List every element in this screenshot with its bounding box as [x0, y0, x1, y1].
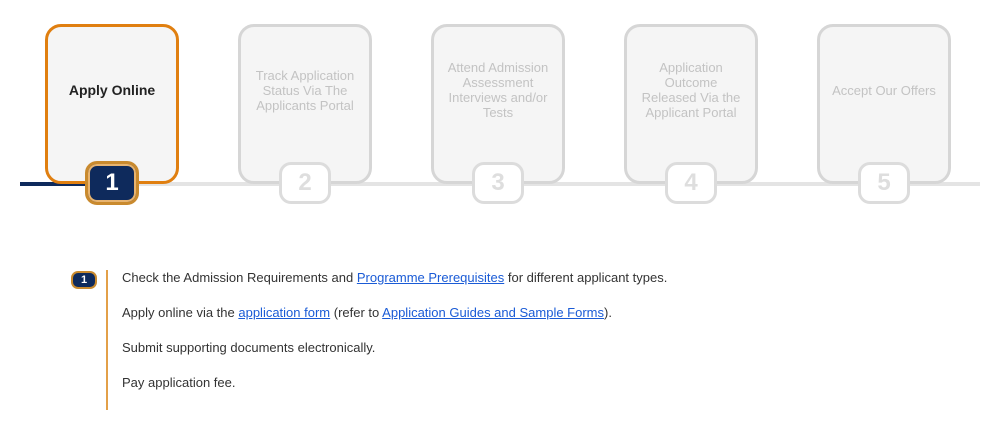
- detail-divider: [106, 270, 108, 410]
- application-guides-link[interactable]: Application Guides and Sample Forms: [382, 305, 604, 320]
- step-4[interactable]: Application Outcome Released Via the App…: [624, 24, 758, 204]
- step-3-card[interactable]: Attend Admission Assessment Interviews a…: [431, 24, 565, 184]
- detail-line-documents: Submit supporting documents electronical…: [122, 340, 376, 355]
- programme-prerequisites-link[interactable]: Programme Prerequisites: [357, 270, 504, 285]
- detail-line-2-text: Apply online via the: [122, 305, 239, 320]
- step-2[interactable]: Track Application Status Via The Applica…: [238, 24, 372, 204]
- step-2-card[interactable]: Track Application Status Via The Applica…: [238, 24, 372, 184]
- step-5-card[interactable]: Accept Our Offers: [817, 24, 951, 184]
- detail-line-2-tail: ).: [604, 305, 612, 320]
- admission-steps-page: Apply Online 1 Track Application Status …: [0, 0, 985, 422]
- detail-line-1-tail: for different applicant types.: [504, 270, 668, 285]
- detail-step-badge: 1: [71, 271, 97, 289]
- step-4-number-badge[interactable]: 4: [665, 162, 717, 204]
- step-2-number-badge[interactable]: 2: [279, 162, 331, 204]
- step-detail-panel: 1 Check the Admission Requirements and P…: [0, 258, 985, 418]
- application-form-link[interactable]: application form: [238, 305, 330, 320]
- detail-line-apply: Apply online via the application form (r…: [122, 305, 962, 321]
- step-1-card[interactable]: Apply Online: [45, 24, 179, 184]
- step-3-number-badge[interactable]: 3: [472, 162, 524, 204]
- detail-line-1-text: Check the Admission Requirements and: [122, 270, 357, 285]
- step-1-number-badge[interactable]: 1: [85, 161, 139, 205]
- step-3[interactable]: Attend Admission Assessment Interviews a…: [431, 24, 565, 204]
- step-5-number-badge[interactable]: 5: [858, 162, 910, 204]
- step-1[interactable]: Apply Online 1: [45, 24, 179, 205]
- detail-lines: Check the Admission Requirements and Pro…: [122, 270, 962, 410]
- step-5[interactable]: Accept Our Offers 5: [817, 24, 951, 204]
- detail-line-requirements: Check the Admission Requirements and Pro…: [122, 270, 962, 286]
- detail-line-2-mid: (refer to: [330, 305, 383, 320]
- detail-line-fee: Pay application fee.: [122, 375, 236, 390]
- step-4-card[interactable]: Application Outcome Released Via the App…: [624, 24, 758, 184]
